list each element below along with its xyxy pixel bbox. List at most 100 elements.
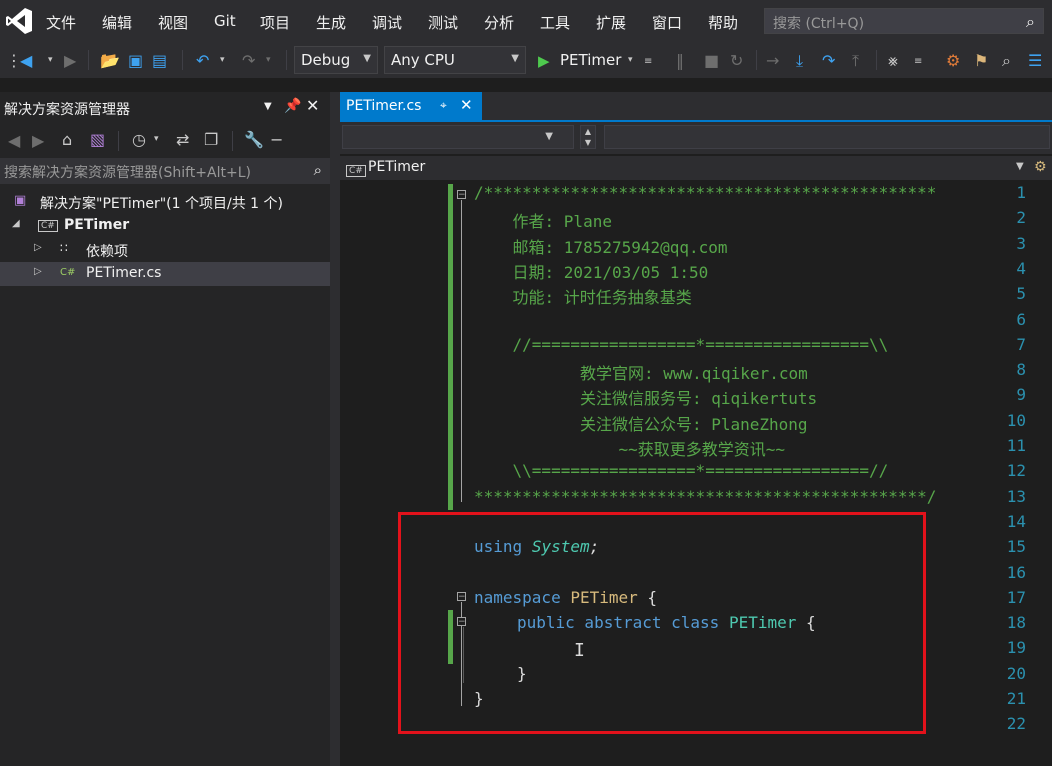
- forward-icon[interactable]: ▶: [32, 131, 44, 150]
- switch-views-icon[interactable]: ▧: [90, 130, 105, 149]
- menu-help[interactable]: 帮助: [708, 12, 738, 33]
- menu-test[interactable]: 测试: [428, 12, 458, 33]
- hot-reload-icon[interactable]: ⨳: [888, 51, 898, 71]
- menu-project[interactable]: 项目: [260, 12, 290, 33]
- run-target-dropdown-icon[interactable]: ▾: [628, 55, 633, 65]
- visual-studio-logo-icon[interactable]: [4, 6, 34, 36]
- pin-icon[interactable]: ⌖: [440, 98, 447, 113]
- tree-item-project[interactable]: ◢ C# PETimer: [0, 214, 330, 238]
- member-select[interactable]: [604, 125, 1050, 149]
- menu-file[interactable]: 文件: [46, 12, 76, 33]
- panel-splitter[interactable]: [330, 92, 340, 766]
- pending-changes-filter-icon[interactable]: ◷: [132, 130, 146, 149]
- nav-spinner[interactable]: ▲ ▼: [580, 125, 596, 149]
- toolbar-separator: [118, 131, 119, 151]
- restart-icon[interactable]: ↻: [730, 51, 743, 70]
- tree-item-file[interactable]: ▷ C# PETimer.cs: [0, 262, 330, 286]
- open-file-icon[interactable]: 📂: [100, 51, 120, 70]
- solution-explorer-titlebar: 解决方案资源管理器 ▼ 📌 ✕: [0, 92, 330, 122]
- tab-petimer-cs[interactable]: PETimer.cs ⌖ ✕: [340, 92, 482, 120]
- solution-search-input[interactable]: 搜索解决方案资源管理器(Shift+Alt+L) ⌕: [0, 158, 330, 184]
- line-number: 13: [1006, 486, 1026, 506]
- comment-line: //=================*=================\\: [474, 334, 889, 354]
- type-select-value[interactable]: PETimer: [368, 159, 425, 175]
- stop-icon[interactable]: ■: [704, 51, 719, 70]
- dependencies-label: 依赖项: [86, 244, 128, 260]
- back-icon[interactable]: ◀: [8, 131, 20, 150]
- member-icon[interactable]: ⚙: [1034, 159, 1047, 175]
- tree-item-solution[interactable]: ▣ 解决方案"PETimer"(1 个项目/共 1 个): [0, 190, 330, 214]
- text-cursor-icon: I: [574, 640, 585, 661]
- solution-label: 解决方案"PETimer"(1 个项目/共 1 个): [40, 196, 283, 212]
- toolbar-overflow-icon[interactable]: ≡: [644, 56, 652, 67]
- chevron-down-icon: ▼: [545, 131, 553, 142]
- pause-icon[interactable]: ‖: [676, 51, 684, 70]
- home-icon[interactable]: ⌂: [62, 130, 72, 149]
- close-icon[interactable]: ✕: [460, 96, 473, 114]
- search-icon[interactable]: ⌕: [1026, 12, 1035, 32]
- search-icon[interactable]: ⌕: [314, 161, 322, 179]
- diagnostic-icon[interactable]: ⚙: [946, 51, 960, 70]
- start-debug-icon[interactable]: ▶: [538, 52, 550, 70]
- collapse-icon[interactable]: −: [457, 190, 466, 200]
- step-into-icon[interactable]: ⤓: [796, 51, 803, 71]
- project-select[interactable]: ▼: [342, 125, 574, 149]
- redo-icon[interactable]: ↷: [242, 51, 255, 70]
- solution-explorer-panel: 解决方案资源管理器 ▼ 📌 ✕ ◀ ▶ ⌂ ▧ ◷ ▾ ⇄ ❐ 🔧 − 搜索解决…: [0, 92, 330, 766]
- back-dropdown-icon[interactable]: ▾: [48, 55, 53, 65]
- menu-analyze[interactable]: 分析: [484, 12, 514, 33]
- toolbar-separator: [232, 131, 233, 151]
- redo-dropdown-icon[interactable]: ▾: [266, 55, 271, 65]
- sync-icon[interactable]: ⇄: [176, 130, 189, 149]
- undo-icon[interactable]: ↶: [196, 51, 209, 70]
- toolbar-overflow-icon[interactable]: ≡: [914, 56, 922, 67]
- comment-line: 关注微信公众号: PlaneZhong: [474, 414, 808, 434]
- undo-dropdown-icon[interactable]: ▾: [220, 55, 225, 65]
- find-icon[interactable]: ⌕: [1002, 51, 1011, 71]
- search-input[interactable]: 搜索 (Ctrl+Q) ⌕: [764, 8, 1044, 34]
- platform-select[interactable]: Any CPU ▼: [384, 46, 526, 74]
- pin-icon[interactable]: 📌: [284, 98, 301, 114]
- collapsed-arrow-icon[interactable]: ▷: [34, 266, 42, 277]
- expanded-arrow-icon[interactable]: ◢: [12, 218, 20, 229]
- navigate-forward-icon[interactable]: ▶: [64, 51, 76, 70]
- bookmark-icon[interactable]: ⚑: [974, 51, 988, 70]
- filter-dropdown-icon[interactable]: ▾: [154, 134, 159, 144]
- comment-icon[interactable]: ☰: [1028, 51, 1042, 70]
- solution-icon: ▣: [14, 193, 27, 208]
- chevron-down-icon: ▼: [363, 53, 371, 64]
- tree-item-dependencies[interactable]: ▷ ∷ 依赖项: [0, 238, 330, 262]
- close-icon[interactable]: ✕: [306, 96, 319, 115]
- file-label: PETimer.cs: [86, 265, 162, 281]
- step-out-icon[interactable]: ⤒: [852, 51, 859, 71]
- panel-options-icon[interactable]: ▼: [264, 101, 272, 112]
- menu-git[interactable]: Git: [214, 12, 236, 30]
- menu-edit[interactable]: 编辑: [102, 12, 132, 33]
- menu-tools[interactable]: 工具: [540, 12, 570, 33]
- menu-debug[interactable]: 调试: [372, 12, 402, 33]
- save-icon[interactable]: ▣: [128, 51, 143, 70]
- menu-extensions[interactable]: 扩展: [596, 12, 626, 33]
- show-next-statement-icon[interactable]: →: [766, 51, 779, 70]
- step-over-icon[interactable]: ↷: [822, 51, 835, 70]
- line-number: 7: [1016, 334, 1026, 354]
- collapsed-arrow-icon[interactable]: ▷: [34, 242, 42, 253]
- line-number: 6: [1016, 309, 1026, 329]
- navigate-back-icon[interactable]: ◀: [20, 51, 32, 70]
- outline-guide: [461, 200, 462, 502]
- show-all-files-icon[interactable]: ❐: [204, 130, 218, 149]
- run-target-button[interactable]: PETimer: [560, 51, 621, 69]
- line-number: 15: [1006, 537, 1026, 557]
- chevron-down-icon: ▼: [511, 53, 519, 64]
- menu-build[interactable]: 生成: [316, 12, 346, 33]
- menu-view[interactable]: 视图: [158, 12, 188, 33]
- navigation-bar: ▼ ▲ ▼: [340, 122, 1052, 154]
- chevron-down-icon[interactable]: ▼: [1016, 161, 1024, 172]
- menu-bar: 文件 编辑 视图 Git 项目 生成 调试 测试 分析 工具 扩展 窗口 帮助 …: [0, 0, 1052, 42]
- collapse-all-icon[interactable]: −: [270, 130, 283, 149]
- menu-window[interactable]: 窗口: [652, 12, 682, 33]
- properties-wrench-icon[interactable]: 🔧: [244, 130, 264, 149]
- configuration-select[interactable]: Debug ▼: [294, 46, 378, 74]
- save-all-icon[interactable]: ▤: [152, 51, 167, 70]
- configuration-value: Debug: [301, 51, 351, 69]
